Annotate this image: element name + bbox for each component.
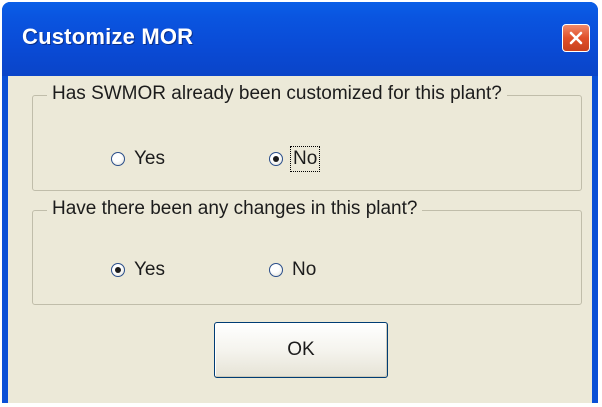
radio-button-icon [111, 263, 125, 277]
radio-button-icon [269, 152, 283, 166]
radio-selected-dot [273, 156, 279, 162]
close-icon [568, 30, 584, 46]
customize-mor-dialog: Customize MOR Has SWMOR already been cus… [2, 2, 598, 403]
customized-question: Has SWMOR already been customized for th… [47, 83, 507, 105]
window-title: Customize MOR [22, 24, 194, 49]
changes-yes-radio[interactable]: Yes [111, 259, 165, 281]
close-button[interactable] [562, 24, 590, 52]
ok-button[interactable]: OK [214, 322, 388, 378]
changes-no-radio[interactable]: No [269, 259, 316, 281]
radio-label: Yes [134, 259, 165, 280]
radio-label: Yes [134, 148, 165, 169]
radio-selected-dot [115, 267, 121, 273]
radio-button-icon [269, 263, 283, 277]
radio-button-icon [111, 152, 125, 166]
radio-label: No [289, 146, 321, 172]
radio-label: No [292, 259, 317, 280]
title-bar[interactable]: Customize MOR [2, 2, 598, 76]
customized-no-radio[interactable]: No [269, 146, 321, 172]
customized-groupbox: Has SWMOR already been customized for th… [32, 83, 582, 191]
changes-question: Have there been any changes in this plan… [47, 198, 423, 220]
changes-groupbox: Have there been any changes in this plan… [32, 198, 582, 305]
dialog-body: Has SWMOR already been customized for th… [8, 76, 592, 403]
customized-yes-radio[interactable]: Yes [111, 148, 165, 170]
